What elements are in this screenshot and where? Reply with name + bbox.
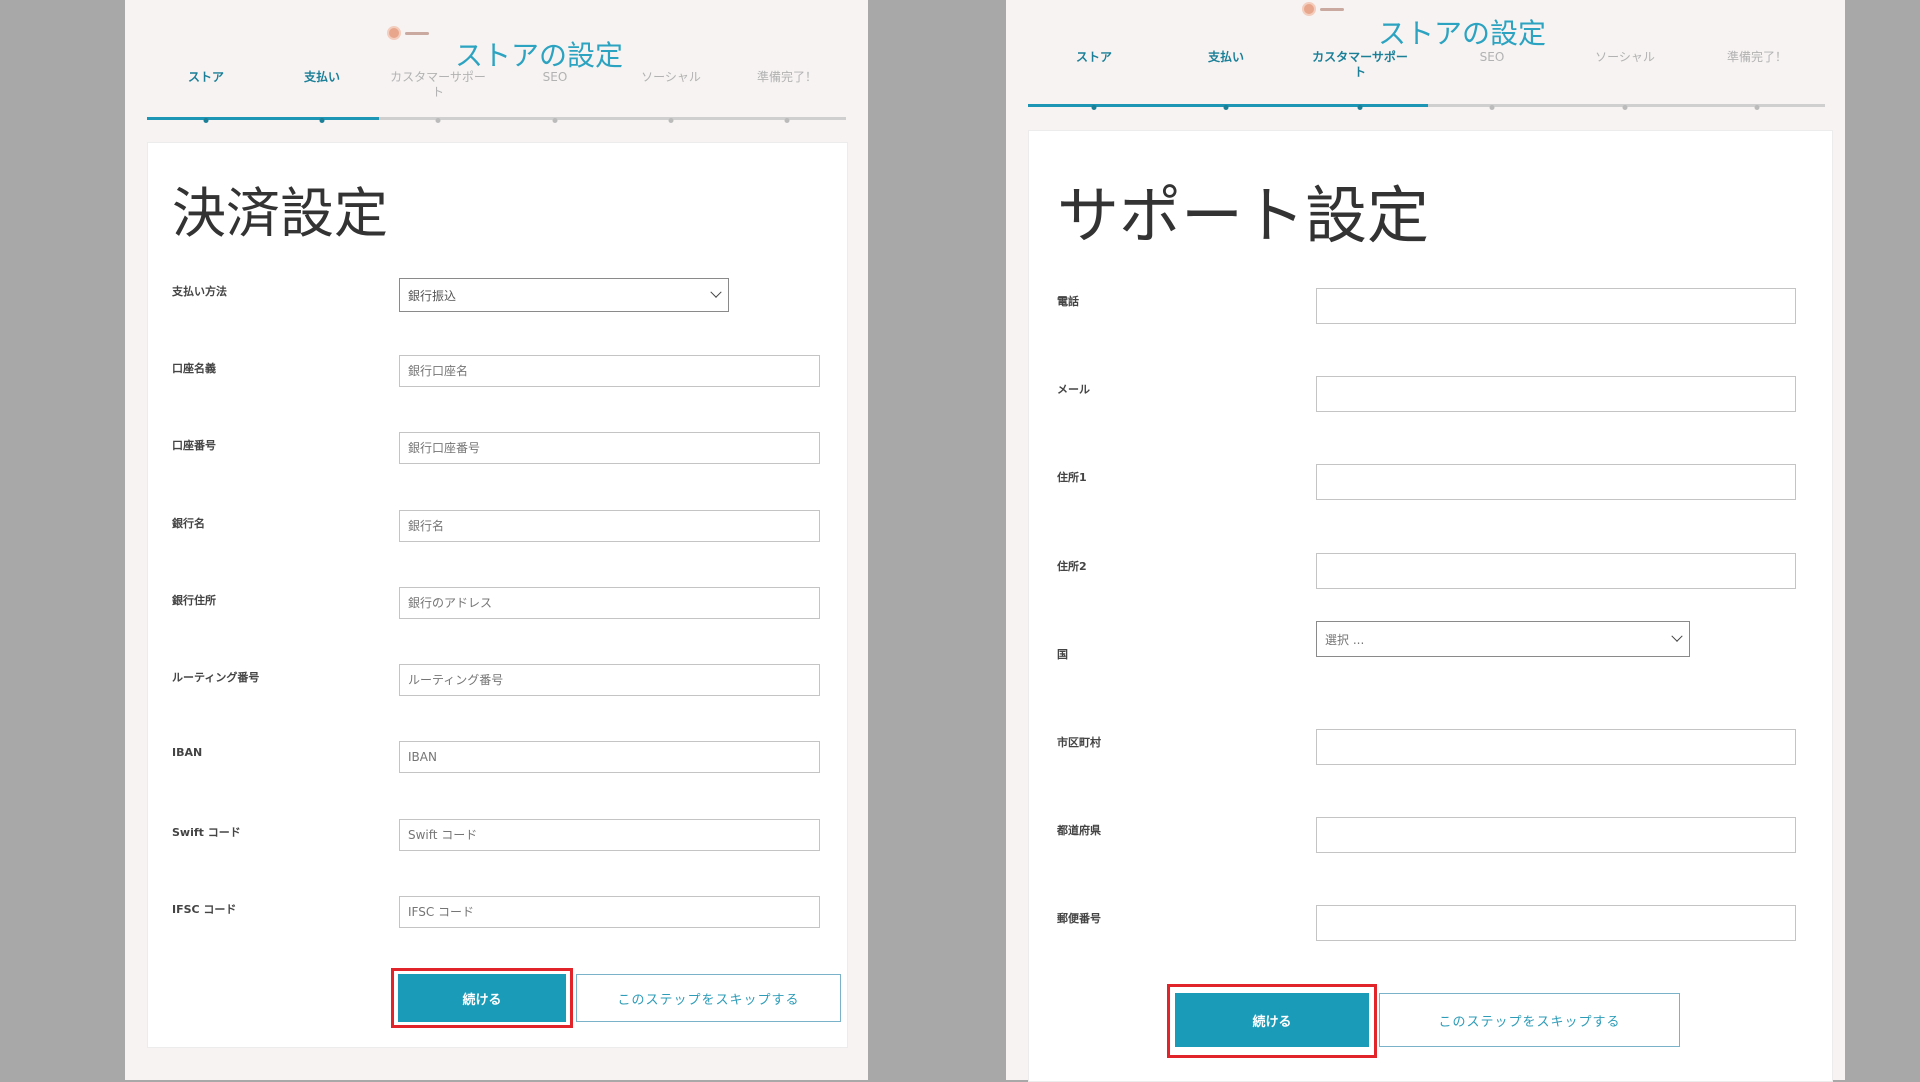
chevron-down-icon [710, 286, 722, 298]
step-customer-support[interactable]: カスタマーサポー ト [390, 70, 486, 100]
store-logo-icon [1302, 2, 1344, 16]
step-dot [203, 118, 209, 123]
email-field[interactable] [1316, 376, 1796, 412]
payment-method-value: 銀行振込 [408, 288, 457, 303]
continue-button[interactable]: 続ける [398, 974, 566, 1022]
step-dot [668, 118, 674, 123]
postal-code-label: 郵便番号 [1057, 912, 1101, 925]
address1-field[interactable] [1316, 464, 1796, 500]
step-dot [1357, 105, 1363, 110]
address1-label: 住所1 [1057, 471, 1087, 484]
chevron-down-icon [1671, 630, 1683, 642]
city-field[interactable] [1316, 729, 1796, 765]
step-dot [435, 118, 441, 123]
skip-step-button[interactable]: このステップをスキップする [1379, 993, 1680, 1047]
page-title: サポート設定 [1057, 179, 1430, 252]
step-dot [1754, 105, 1760, 110]
swift-code-field[interactable] [399, 819, 820, 851]
step-social[interactable]: ソーシャル [641, 70, 701, 85]
account-number-field[interactable] [399, 432, 820, 464]
country-value: 選択 ... [1325, 632, 1365, 647]
step-ready[interactable]: 準備完了！ [757, 70, 817, 85]
swift-code-label: Swift コード [172, 826, 241, 839]
bank-name-label: 銀行名 [172, 517, 205, 530]
bank-name-field[interactable] [399, 510, 820, 542]
step-payment[interactable]: 支払い [1208, 50, 1244, 65]
support-settings-panel: ストアの設定 ストア 支払い カスタマーサポー ト SEO ソーシャル 準備完了… [1006, 0, 1845, 1082]
address2-label: 住所2 [1057, 560, 1087, 573]
phone-label: 電話 [1057, 295, 1079, 308]
payment-settings-panel: ストアの設定 ストア 支払い カスタマーサポー ト SEO ソーシャル 準備完了… [125, 0, 868, 1080]
store-logo-icon [387, 26, 429, 40]
step-seo[interactable]: SEO [1480, 50, 1505, 65]
support-form-card: サポート設定 電話 メール 住所1 住所2 国 選択 ... 市区町村 都道府県… [1028, 130, 1833, 1082]
phone-field[interactable] [1316, 288, 1796, 324]
step-store[interactable]: ストア [188, 70, 224, 85]
iban-label: IBAN [172, 746, 203, 759]
step-ready[interactable]: 準備完了！ [1727, 50, 1787, 65]
step-dot [1489, 105, 1495, 110]
step-social[interactable]: ソーシャル [1595, 50, 1655, 65]
payment-form-card: 決済設定 支払い方法 銀行振込 口座名義 口座番号 銀行名 銀行住所 ルーティン… [147, 142, 848, 1048]
wizard-title: ストアの設定 [455, 39, 624, 72]
step-seo[interactable]: SEO [543, 70, 568, 85]
prefecture-label: 都道府県 [1057, 824, 1101, 837]
step-customer-support[interactable]: カスタマーサポー ト [1312, 50, 1408, 80]
skip-step-button[interactable]: このステップをスキップする [576, 974, 841, 1022]
payment-method-select[interactable]: 銀行振込 [399, 278, 729, 312]
address2-field[interactable] [1316, 553, 1796, 589]
country-label: 国 [1057, 648, 1068, 661]
wizard-title: ストアの設定 [1378, 17, 1547, 50]
payment-method-label: 支払い方法 [172, 285, 227, 298]
prefecture-field[interactable] [1316, 817, 1796, 853]
progress-fill [147, 117, 379, 120]
bank-address-label: 銀行住所 [172, 594, 216, 607]
step-dot [1223, 105, 1229, 110]
continue-button[interactable]: 続ける [1175, 993, 1369, 1047]
email-label: メール [1057, 383, 1090, 396]
step-store[interactable]: ストア [1076, 50, 1112, 65]
account-name-field[interactable] [399, 355, 820, 387]
iban-field[interactable] [399, 741, 820, 773]
city-label: 市区町村 [1057, 736, 1101, 749]
step-dot [784, 118, 790, 123]
postal-code-field[interactable] [1316, 905, 1796, 941]
bank-address-field[interactable] [399, 587, 820, 619]
account-name-label: 口座名義 [172, 362, 216, 375]
routing-number-field[interactable] [399, 664, 820, 696]
step-dot [319, 118, 325, 123]
step-dot [552, 118, 558, 123]
account-number-label: 口座番号 [172, 439, 216, 452]
routing-number-label: ルーティング番号 [172, 671, 260, 684]
step-payment[interactable]: 支払い [304, 70, 340, 85]
ifsc-code-label: IFSC コード [172, 903, 237, 916]
country-select[interactable]: 選択 ... [1316, 621, 1690, 657]
step-dot [1622, 105, 1628, 110]
ifsc-code-field[interactable] [399, 896, 820, 928]
step-dot [1091, 105, 1097, 110]
page-title: 決済設定 [172, 182, 388, 245]
